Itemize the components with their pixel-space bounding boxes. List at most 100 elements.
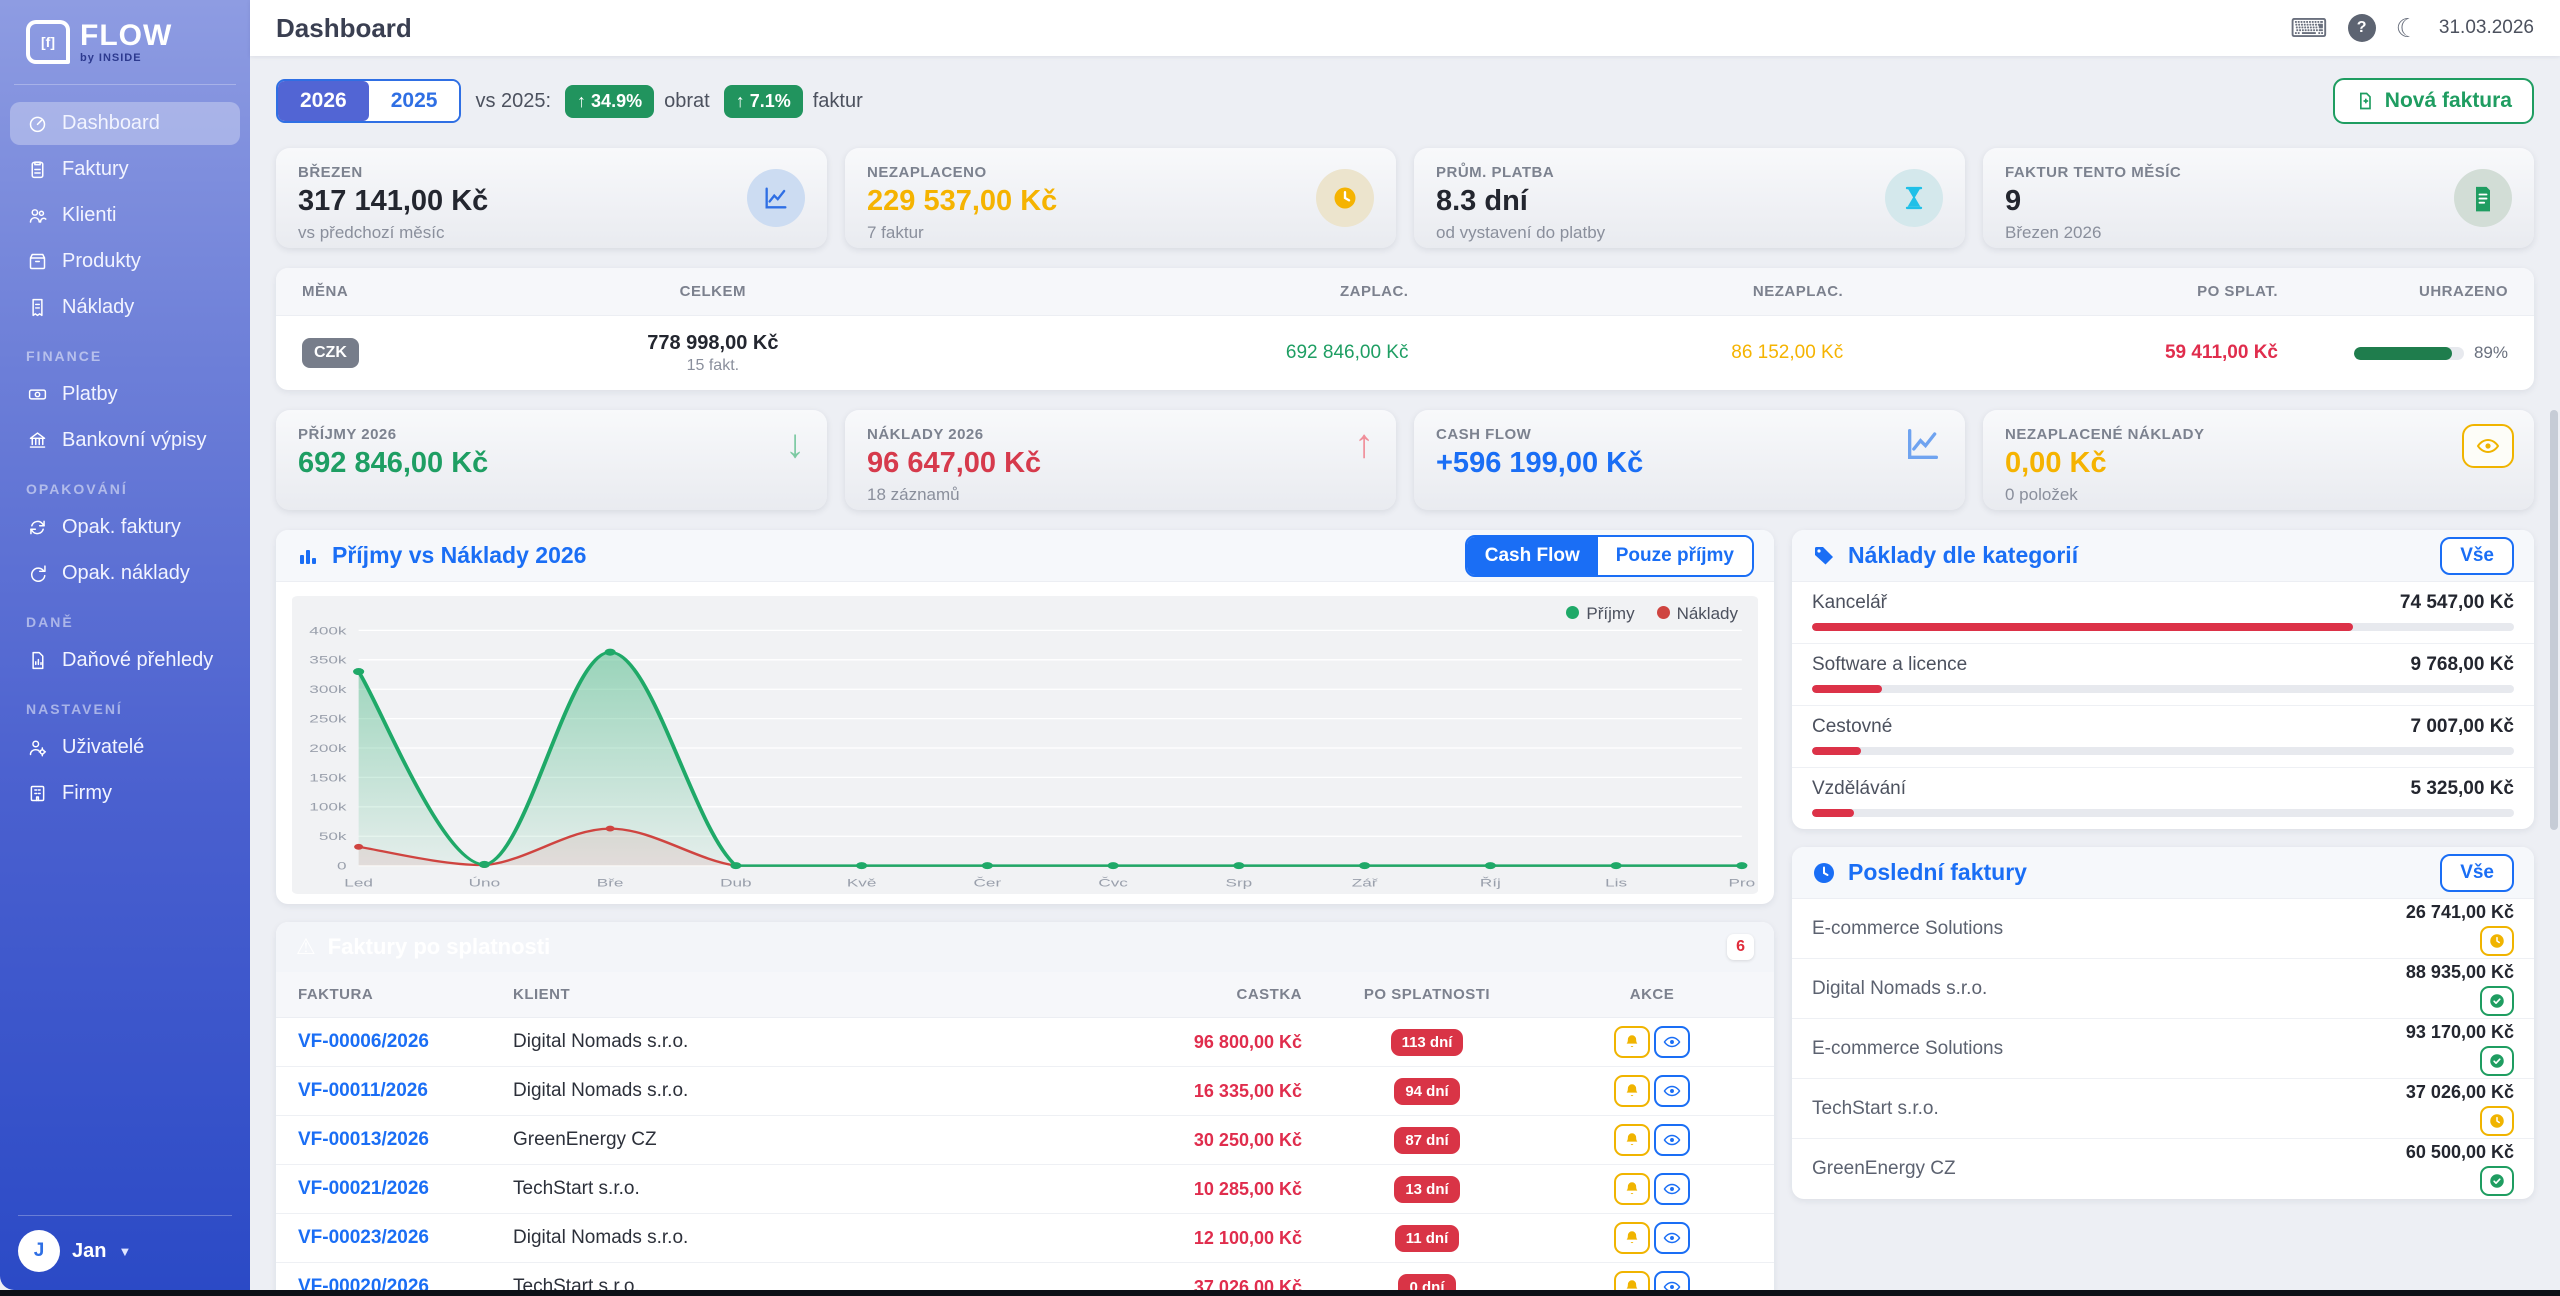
scrollbar[interactable]: [2550, 410, 2558, 830]
kpi-value: 0,00 Kč: [2005, 447, 2512, 480]
remind-button[interactable]: [1614, 1271, 1650, 1290]
categories-title: Náklady dle kategorií: [1848, 542, 2078, 569]
category-row: Cestovné7 007,00 Kč: [1792, 706, 2534, 768]
category-bar: [1812, 623, 2353, 631]
remind-button[interactable]: [1614, 1222, 1650, 1254]
invoice-number-link[interactable]: VF-00006/2026: [298, 1031, 513, 1053]
invoice-number-link[interactable]: VF-00020/2026: [298, 1276, 513, 1290]
kpi-card-naklady: NÁKLADY 2026 96 647,00 Kč 18 záznamů ↑: [845, 410, 1396, 510]
sidebar-item-naklady[interactable]: Náklady: [10, 286, 240, 329]
vs-label: vs 2025:: [475, 90, 551, 113]
invoice-number-link[interactable]: VF-00013/2026: [298, 1129, 513, 1151]
view-invoice-button[interactable]: [1654, 1124, 1690, 1156]
categories-all-button[interactable]: Vše: [2440, 537, 2514, 575]
overdue-days-badge: 0 dní: [1398, 1274, 1455, 1291]
sidebar-item-uzivatele[interactable]: Uživatelé: [10, 726, 240, 769]
cash-flow-button[interactable]: Cash Flow: [1467, 537, 1598, 575]
dashboard-content: 2026 2025 vs 2025: ↑ 34.9% obrat ↑ 7.1% …: [250, 56, 2560, 1290]
page-title: Dashboard: [276, 13, 412, 44]
view-unpaid-expenses-button[interactable]: [2462, 424, 2514, 468]
kpi-value: 96 647,00 Kč: [867, 447, 1374, 480]
invoice-number-link[interactable]: VF-00021/2026: [298, 1178, 513, 1200]
chart-title: Příjmy vs Náklady 2026: [332, 542, 586, 569]
remind-button[interactable]: [1614, 1173, 1650, 1205]
file-plus-icon: [2355, 91, 2375, 111]
invoice-status-paid-button[interactable]: [2480, 1166, 2514, 1196]
keyboard-icon[interactable]: ⌨: [2290, 15, 2328, 41]
invoice-status-pending-button[interactable]: [2480, 926, 2514, 956]
kpi-value: 229 537,00 Kč: [867, 185, 1374, 218]
user-gear-icon: [26, 737, 48, 759]
year-2026-button[interactable]: 2026: [278, 81, 369, 121]
view-invoice-button[interactable]: [1654, 1271, 1690, 1290]
sidebar-item-bankovni-vypisy[interactable]: Bankovní výpisy: [10, 419, 240, 462]
recent-invoices-all-button[interactable]: Vše: [2440, 854, 2514, 892]
help-icon[interactable]: ?: [2348, 14, 2376, 42]
bell-icon: [1623, 1131, 1641, 1149]
svg-text:50k: 50k: [319, 831, 348, 843]
expense-categories-panel: Náklady dle kategorií Vše Kancelář74 547…: [1792, 530, 2534, 829]
kpi-card-nezaplaceno: NEZAPLACENO 229 537,00 Kč 7 faktur: [845, 148, 1396, 248]
user-menu[interactable]: J Jan ▼: [18, 1230, 232, 1272]
kpi-card-brezen: BŘEZEN 317 141,00 Kč vs předchozí měsíc: [276, 148, 827, 248]
year-2025-button[interactable]: 2025: [369, 81, 460, 121]
clock-icon: [1812, 861, 1836, 885]
overdue-days-badge: 13 dní: [1394, 1176, 1459, 1203]
logo-bracket: [f]: [41, 34, 55, 50]
kpi-card-prijmy: PŘÍJMY 2026 692 846,00 Kč ↓: [276, 410, 827, 510]
overdue-invoice-row: VF-00023/2026 Digital Nomads s.r.o. 12 1…: [276, 1214, 1774, 1263]
kpi-card-faktur-mesic: FAKTUR TENTO MĚSÍC 9 Březen 2026: [1983, 148, 2534, 248]
sidebar-item-klienti[interactable]: Klienti: [10, 194, 240, 237]
chart-panel-header: Příjmy vs Náklady 2026 Cash Flow Pouze p…: [276, 530, 1774, 582]
category-row: Vzdělávání5 325,00 Kč: [1792, 768, 2534, 829]
invoice-number-link[interactable]: VF-00011/2026: [298, 1080, 513, 1102]
remind-button[interactable]: [1614, 1075, 1650, 1107]
bell-icon: [1623, 1033, 1641, 1051]
paid-progress: 89%: [2278, 343, 2508, 363]
svg-text:Úno: Úno: [469, 876, 500, 889]
view-invoice-button[interactable]: [1654, 1222, 1690, 1254]
sidebar-item-opak-naklady[interactable]: Opak. náklady: [10, 552, 240, 595]
growth-badge-obrat-suffix: obrat: [664, 90, 710, 113]
overdue-days-badge: 94 dní: [1394, 1078, 1459, 1105]
sidebar-item-danove-prehledy[interactable]: Daňové přehledy: [10, 639, 240, 682]
invoice-amount: 88 935,00 Kč: [2406, 962, 2514, 983]
app-logo[interactable]: [f] FLOW by INSIDE: [0, 0, 250, 80]
invoice-status-pending-button[interactable]: [2480, 1106, 2514, 1136]
remind-button[interactable]: [1614, 1124, 1650, 1156]
sidebar-item-dashboard[interactable]: Dashboard: [10, 102, 240, 145]
sidebar-item-opak-faktury[interactable]: Opak. faktury: [10, 506, 240, 549]
invoice-status-paid-button[interactable]: [2480, 986, 2514, 1016]
sidebar-item-platby[interactable]: Platby: [10, 373, 240, 416]
recent-invoice-row: GreenEnergy CZ 60 500,00 Kč: [1792, 1139, 2534, 1199]
overdue-title: Faktury po splatnosti: [328, 934, 550, 960]
paid-progress-label: 89%: [2474, 343, 2508, 363]
svg-text:100k: 100k: [309, 802, 347, 814]
users-icon: [26, 205, 48, 227]
overdue-invoice-row: VF-00013/2026 GreenEnergy CZ 30 250,00 K…: [276, 1116, 1774, 1165]
kpi-card-nezaplacene-naklady: NEZAPLACENÉ NÁKLADY 0,00 Kč 0 položek: [1983, 410, 2534, 510]
sidebar: [f] FLOW by INSIDE Dashboard Faktury Kli…: [0, 0, 250, 1290]
kpi-value: 692 846,00 Kč: [298, 447, 805, 480]
sidebar-item-faktury[interactable]: Faktury: [10, 148, 240, 191]
invoice-status-paid-button[interactable]: [2480, 1046, 2514, 1076]
invoice-number-link[interactable]: VF-00023/2026: [298, 1227, 513, 1249]
remind-button[interactable]: [1614, 1026, 1650, 1058]
sidebar-item-firmy[interactable]: Firmy: [10, 772, 240, 815]
moon-icon[interactable]: ☾: [2396, 15, 2419, 41]
unpaid-amount: 86 152,00 Kč: [1408, 342, 1843, 364]
sidebar-section-finance: FINANCE: [10, 332, 240, 370]
view-invoice-button[interactable]: [1654, 1075, 1690, 1107]
view-invoice-button[interactable]: [1654, 1026, 1690, 1058]
svg-text:Dub: Dub: [720, 877, 751, 889]
currency-table-row: CZK 778 998,00 Kč 15 fakt. 692 846,00 Kč…: [276, 316, 2534, 390]
new-invoice-button[interactable]: Nová faktura: [2333, 78, 2534, 124]
view-invoice-button[interactable]: [1654, 1173, 1690, 1205]
kpi-card-prum-platba: PRŮM. PLATBA 8.3 dní od vystavení do pla…: [1414, 148, 1965, 248]
filter-row: 2026 2025 vs 2025: ↑ 34.9% obrat ↑ 7.1% …: [276, 78, 2534, 124]
income-only-button[interactable]: Pouze příjmy: [1598, 537, 1752, 575]
recent-invoice-row: E-commerce Solutions 26 741,00 Kč: [1792, 899, 2534, 959]
sidebar-item-produkty[interactable]: Produkty: [10, 240, 240, 283]
hourglass-icon: [1885, 169, 1943, 227]
chart-line-icon: [747, 169, 805, 227]
